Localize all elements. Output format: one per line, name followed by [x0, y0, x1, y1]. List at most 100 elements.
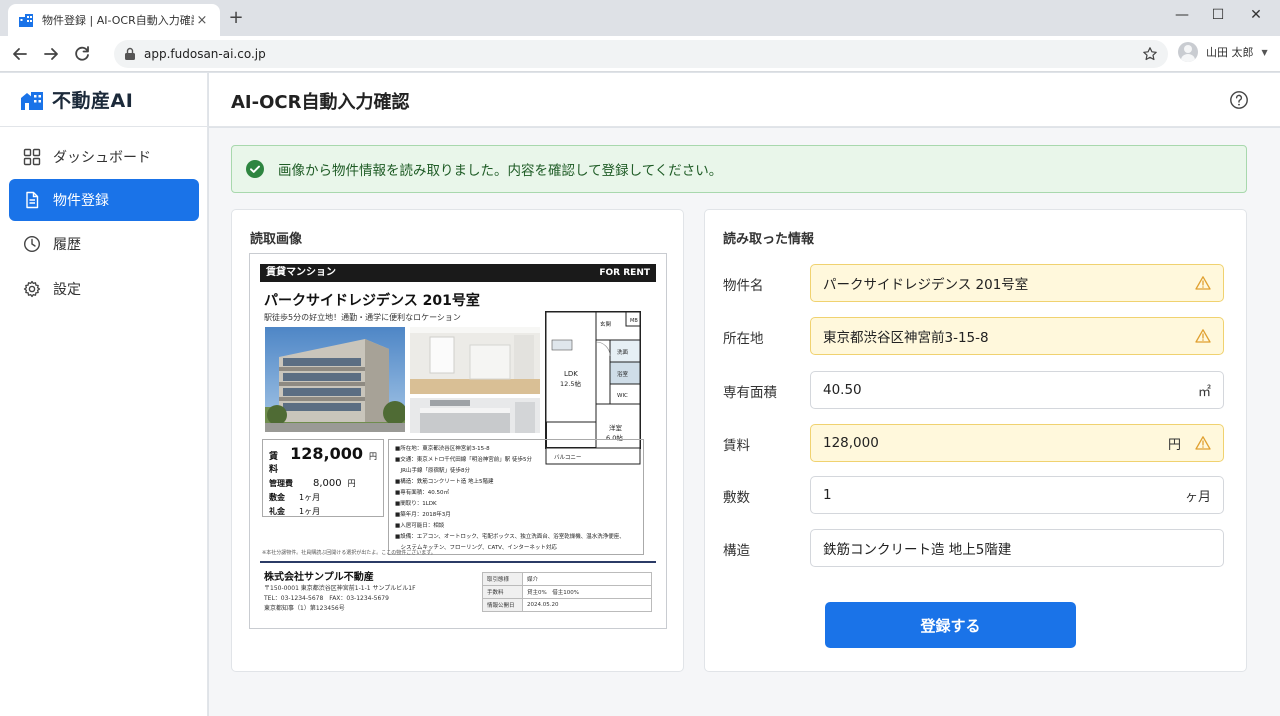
url-text: app.fudosan-ai.co.jp: [144, 47, 266, 61]
structure-input[interactable]: [823, 540, 1211, 556]
register-button[interactable]: 登録する: [825, 602, 1076, 648]
sidebar-item-label: 履歴: [53, 237, 81, 253]
structure-field[interactable]: [810, 529, 1224, 567]
fp-price-label: 賃料: [269, 452, 279, 475]
flyer-address-line: 東京都知事（1）第123456号: [264, 605, 345, 612]
clock-icon: [23, 235, 41, 253]
sidebar-item-property-registration[interactable]: 物件登録: [9, 179, 199, 221]
new-tab-button[interactable]: +: [226, 8, 246, 28]
address-input[interactable]: [823, 328, 1181, 344]
interior-kitchen-photo: [410, 398, 540, 433]
fp-wash: 洗面: [617, 348, 629, 356]
rent-input[interactable]: [823, 435, 1160, 451]
avatar: [1178, 42, 1198, 62]
reload-icon[interactable]: [71, 43, 93, 65]
minimize-button[interactable]: —: [1168, 6, 1196, 24]
flyer-detail-line: ■設備：エアコン、オートロック、宅配ボックス、独立洗面台、浴室乾燥機、温水洗浄便…: [395, 534, 625, 540]
fp-ldk-size: 12.5帖: [560, 379, 581, 388]
document-icon: [26, 191, 39, 209]
help-circle-icon[interactable]: [1229, 90, 1249, 110]
interior-living-photo: [410, 327, 540, 394]
rent-field[interactable]: 円: [810, 424, 1224, 462]
flyer-details: ■所在地：東京都渋谷区神宮前3-15-8 ■交通：東京メトロ千代田線「明治神宮前…: [388, 439, 644, 555]
profile-menu[interactable]: 山田 太郎 ▼: [1178, 42, 1268, 62]
deposit-label: 敷数: [723, 490, 750, 506]
card-title: 読み取った情報: [723, 232, 815, 247]
success-alert: 画像から物件情報を読み取りました。内容を確認して登録してください。: [231, 145, 1247, 193]
fp-key-label: 礼金: [269, 507, 285, 516]
flyer-company: 株式会社サンプル不動産: [264, 572, 374, 583]
property-name-field[interactable]: [810, 264, 1224, 302]
flyer-note: ※本社分譲物件。社員購読ぶ回開ける選択が出たよ。ここの物件ございます。: [262, 550, 436, 556]
flyer-catchphrase: 駅徒歩5分の好立地！通勤・通学に便利なロケーション: [264, 313, 461, 322]
floor-area-input[interactable]: [823, 382, 1190, 398]
table-cell: 取引態様: [482, 572, 523, 586]
flyer-address-line: TEL：03-1234-5678 FAX：03-1234-5679: [264, 595, 389, 602]
scanned-image-card: 読取画像 賃貸マンション FOR RENT パークサイドレジデンス 201号室 …: [231, 209, 684, 672]
warning-icon: [1195, 436, 1211, 450]
sidebar: 不動産AI ダッシュボード 物件登録 履歴 設定: [0, 73, 208, 716]
deposit-input[interactable]: [823, 487, 1177, 503]
flyer-detail-line: ■築年月：2018年3月: [395, 512, 451, 518]
fp-mb: MB: [630, 318, 638, 324]
fp-price-value: 128,000: [290, 444, 363, 463]
tab-title: 物件登録 | AI-OCR自動入力確認: [42, 14, 194, 27]
gear-icon: [23, 280, 41, 298]
floor-area-field[interactable]: ㎡: [810, 371, 1224, 409]
fp-ldk: LDK: [564, 370, 578, 378]
sidebar-item-label: 物件登録: [53, 193, 109, 209]
sidebar-item-history[interactable]: 履歴: [9, 223, 199, 265]
table-cell: 媒介: [522, 572, 652, 586]
back-icon[interactable]: [9, 43, 31, 65]
table-row: 取引態様 媒介: [482, 572, 652, 586]
floor-area-label: 専有面積: [723, 385, 777, 401]
flyer-detail-line: ■構造：鉄筋コンクリート造 地上5階建: [395, 479, 494, 485]
lock-icon: [125, 47, 135, 60]
flyer-detail-line: ■所在地：東京都渋谷区神宮前3-15-8: [395, 446, 490, 452]
building-logo-icon: [21, 91, 43, 110]
brand: 不動産AI: [0, 73, 207, 127]
floor-area-unit: ㎡: [1197, 384, 1211, 400]
alert-text: 画像から物件情報を読み取りました。内容を確認して登録してください。: [278, 163, 723, 179]
table-cell: 貸主0% 借主100%: [522, 585, 652, 599]
deposit-unit: ヶ月: [1184, 489, 1211, 505]
fp-wic: WIC: [617, 393, 628, 399]
rent-label: 賃料: [723, 438, 750, 454]
browser-toolbar: app.fudosan-ai.co.jp 山田 太郎 ▼: [0, 36, 1280, 72]
fp-mgmt-unit: 円: [347, 479, 356, 488]
forward-icon[interactable]: [40, 43, 62, 65]
fp-deposit-label: 敷金: [269, 493, 285, 502]
fp-entrance: 玄関: [600, 320, 612, 328]
property-name-input[interactable]: [823, 275, 1181, 291]
deposit-field[interactable]: ヶ月: [810, 476, 1224, 514]
fp-key-value: 1ヶ月: [299, 507, 321, 516]
user-name: 山田 太郎: [1206, 46, 1254, 59]
address-bar[interactable]: app.fudosan-ai.co.jp: [114, 40, 1168, 68]
flyer-detail-line: JR山手線「原宿駅」徒歩8分: [395, 468, 470, 474]
sidebar-item-settings[interactable]: 設定: [9, 268, 199, 310]
fp-price-unit: 円: [369, 452, 377, 461]
bookmark-star-icon[interactable]: [1142, 46, 1158, 62]
fp-mgmt-value: 8,000: [313, 478, 342, 489]
flyer-for-rent: FOR RENT: [599, 268, 650, 278]
tab-close-icon[interactable]: ×: [194, 13, 210, 28]
check-circle-icon: [246, 160, 264, 178]
table-cell: 手数料: [482, 585, 523, 599]
warning-icon: [1195, 329, 1211, 343]
maximize-button[interactable]: ☐: [1204, 6, 1232, 24]
flyer-terms-table: 取引態様 媒介 手数料 貸主0% 借主100% 情報公開日 2024.05.20: [482, 572, 652, 612]
table-cell: 情報公開日: [482, 598, 523, 612]
address-field[interactable]: [810, 317, 1224, 355]
extracted-info-card: 読み取った情報 物件名 所在地 専有面積 ㎡ 賃料: [704, 209, 1247, 672]
fp-mgmt-label: 管理費: [269, 479, 293, 488]
flyer-detail-line: ■交通：東京メトロ千代田線「明治神宮前」駅 徒歩5分: [395, 457, 532, 463]
close-window-button[interactable]: ✕: [1242, 6, 1270, 24]
property-name-label: 物件名: [723, 278, 764, 294]
card-title: 読取画像: [250, 232, 303, 247]
browser-tab-bar: 物件登録 | AI-OCR自動入力確認 × + — ☐ ✕: [0, 0, 1280, 36]
browser-tab[interactable]: 物件登録 | AI-OCR自動入力確認 ×: [8, 4, 220, 36]
main-content: 画像から物件情報を読み取りました。内容を確認して登録してください。 読取画像 賃…: [209, 128, 1280, 716]
flyer-divider: [260, 561, 656, 563]
sidebar-item-dashboard[interactable]: ダッシュボード: [9, 136, 199, 178]
structure-label: 構造: [723, 543, 750, 559]
